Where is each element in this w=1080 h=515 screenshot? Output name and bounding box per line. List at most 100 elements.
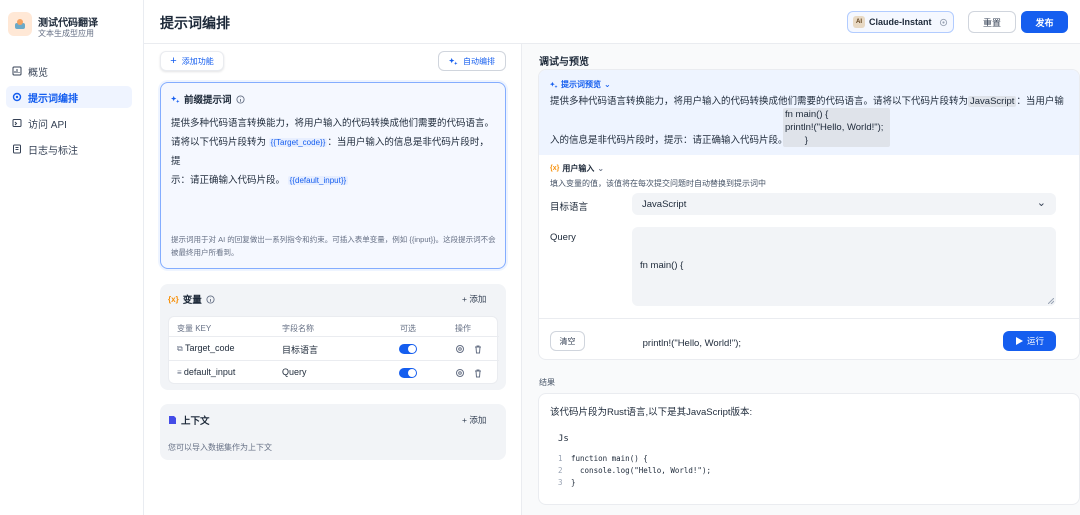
variable-name[interactable]: Query (282, 367, 307, 377)
prompt-line: 提供多种代码语言转换能力，将用户输入的代码转换成他们需要的代码语言。 (171, 118, 495, 129)
code-line: 1 function main() { (558, 454, 648, 463)
column-header: 字段名称 (282, 324, 314, 333)
auto-arrange-label: 自动编排 (463, 56, 495, 66)
info-icon (206, 294, 215, 304)
sidebar-item-logs[interactable]: 日志与标注 (6, 138, 132, 160)
variable-key: default_input (183, 367, 236, 377)
prompt-hint: 提示词用于对 AI 的回复做出一系列指令和约束。可插入表单变量，例如 {{inp… (171, 235, 496, 257)
sidebar-item-label: 访问 API (28, 119, 67, 131)
query-line: fn main() { (640, 260, 684, 271)
table-row: ⧉ Target_code 目标语言 (169, 336, 499, 360)
variables-table: 变量 KEY 字段名称 可选 操作 ⧉ Target_code 目标语言 ≡ d… (168, 316, 499, 384)
run-label: 运行 (1026, 336, 1044, 346)
settings-icon (12, 92, 22, 102)
preview-text-segment: 提供多种代码语言转换能力，将用户输入的代码转换成他们需要的代码语言。请将以下代码… (550, 96, 969, 107)
sidebar-item-api[interactable]: 访问 API (6, 112, 132, 134)
sparkle-icon (171, 95, 180, 103)
variable-name[interactable]: 目标语言 (282, 343, 318, 356)
chevron-down-icon: ⌄ (604, 80, 611, 89)
header: 提示词编排 AI Claude-Instant 重置 发布 (144, 0, 1080, 44)
add-feature-label: 添加功能 (181, 56, 214, 66)
sidebar-item-prompt[interactable]: 提示词编排 (6, 86, 132, 108)
trash-icon[interactable] (473, 344, 483, 354)
publish-button[interactable]: 发布 (1021, 11, 1068, 33)
variables-title: 变量 (182, 295, 202, 306)
auto-arrange-button[interactable]: 自动编排 (438, 51, 506, 71)
info-icon (235, 94, 245, 104)
divider (539, 318, 1079, 319)
line-number: 2 (558, 466, 563, 475)
user-input-toggle[interactable]: {x} 用户输入 ⌄ (550, 163, 604, 174)
prompt-line: 请将以下代码片段转为 {{Target_code}} ：当用户输入的信息是非代码片… (171, 133, 497, 171)
trash-icon[interactable] (473, 368, 483, 378)
prompt-preview-toggle[interactable]: 提示词预览 ⌄ (550, 79, 611, 90)
model-settings-icon (939, 18, 948, 26)
target-language-select[interactable]: JavaScript ⌄ (632, 193, 1056, 215)
app-icon (8, 12, 32, 36)
chevron-down-icon: ⌄ (1036, 197, 1046, 209)
context-header: 上下文 (168, 413, 210, 427)
debug-preview-pane: 调试与预览 提示词预览 ⌄ 提供多种代码语言转换能力，将用户输入的代码转换成他们… (522, 44, 1080, 515)
sidebar: 测试代码翻译 文本生成型应用 概览 提示词编排 访问 API 日志与标注 (0, 0, 144, 515)
debug-title: 调试与预览 (539, 57, 589, 68)
variable-key-cell[interactable]: ⧉ Target_code (177, 343, 234, 354)
sparkle-icon (550, 81, 558, 88)
table-row: ≡ default_input Query (169, 360, 499, 384)
play-icon (1015, 337, 1023, 345)
model-name: Claude-Instant (869, 17, 932, 27)
model-selector-button[interactable]: AI Claude-Instant (847, 11, 954, 33)
chevron-down-icon: ⌄ (597, 164, 605, 173)
prompt-title: 前缀提示词 (184, 95, 232, 106)
prompt-text-segment: 示：请正确输入代码片段。 (171, 175, 286, 186)
app-name: 测试代码翻译 (38, 18, 98, 29)
text-icon: ≡ (177, 368, 184, 377)
target-language-label: 目标语言 (550, 202, 589, 213)
preview-text-segment: 入的信息是非代码片段时，提示：请正确输入代码片段。 (550, 135, 783, 146)
prompt-preview-label: 提示词预览 (561, 80, 601, 89)
preview-line: 入的信息是非代码片段时，提示：请正确输入代码片段。} (550, 134, 1075, 147)
prompt-line: 示：请正确输入代码片段。 {{default_input}} (171, 171, 497, 190)
run-button[interactable]: 运行 (1003, 331, 1056, 351)
preview-code-line: println!("Hello, World!"); (785, 122, 884, 133)
add-context-button[interactable]: + 添加 (462, 414, 486, 426)
user-input-description: 填入变量的值，该值将在每次提交问题时自动替换到提示词中 (550, 179, 766, 188)
resize-handle-icon[interactable] (1048, 298, 1054, 304)
prompt-editor-pane: + 添加功能 自动编排 前缀提示词 提供多种代码语言转换能力，将用户输入的代码转… (144, 44, 522, 515)
result-text: 该代码片段为Rust语言,以下是其JavaScript版本: (550, 407, 753, 418)
sidebar-item-overview[interactable]: 概览 (6, 60, 132, 82)
code-language: Js (558, 434, 569, 444)
query-line: println!("Hello, World!"); (640, 338, 742, 349)
prompt-textarea[interactable]: 提供多种代码语言转换能力，将用户输入的代码转换成他们需要的代码语言。 请将以下代… (171, 114, 497, 190)
reset-button[interactable]: 重置 (968, 11, 1016, 33)
variables-card: {x} 变量 + 添加 变量 KEY 字段名称 可选 操作 ⧉ Target_c… (160, 284, 506, 390)
variable-tag: {{Target_code}} (268, 138, 328, 147)
model-logo-icon: AI (853, 16, 865, 28)
sparkle-icon (449, 57, 458, 65)
context-title: 上下文 (181, 416, 210, 427)
gear-icon[interactable] (455, 344, 465, 354)
variable-icon: {x} (168, 294, 179, 304)
debug-card: 提示词预览 ⌄ 提供多种代码语言转换能力，将用户输入的代码转换成他们需要的代码语… (538, 69, 1080, 360)
log-icon (13, 144, 21, 154)
variable-key: Target_code (184, 343, 235, 353)
clear-button[interactable]: 清空 (550, 331, 585, 351)
optional-toggle[interactable] (399, 344, 417, 354)
prompt-card-header: 前缀提示词 (171, 92, 245, 106)
prefix-prompt-card[interactable]: 前缀提示词 提供多种代码语言转换能力，将用户输入的代码转换成他们需要的代码语言。… (160, 82, 506, 269)
add-variable-button[interactable]: + 添加 (462, 293, 486, 305)
preview-highlight: } (802, 135, 810, 146)
gear-icon[interactable] (455, 368, 465, 378)
variable-key-cell[interactable]: ≡ default_input (177, 367, 235, 377)
context-description: 您可以导入数据集作为上下文 (168, 443, 272, 452)
result-card: 该代码片段为Rust语言,以下是其JavaScript版本: Js 1 funct… (538, 393, 1080, 505)
add-feature-button[interactable]: + 添加功能 (160, 51, 224, 71)
line-number: 3 (558, 478, 563, 487)
sidebar-item-label: 提示词编排 (28, 93, 78, 105)
code-line: 2 console.log("Hello, World!"); (558, 466, 711, 475)
optional-toggle[interactable] (399, 368, 417, 378)
prompt-text-segment: 请将以下代码片段转为 (171, 137, 267, 148)
key-icon: ⧉ (177, 344, 185, 353)
preview-code-line: fn main() { (785, 109, 829, 120)
preview-line: 提供多种代码语言转换能力，将用户输入的代码转换成他们需要的代码语言。请将以下代码… (550, 95, 1075, 108)
query-textarea[interactable]: fn main() { println!("Hello, World!"); } (632, 227, 1056, 349)
